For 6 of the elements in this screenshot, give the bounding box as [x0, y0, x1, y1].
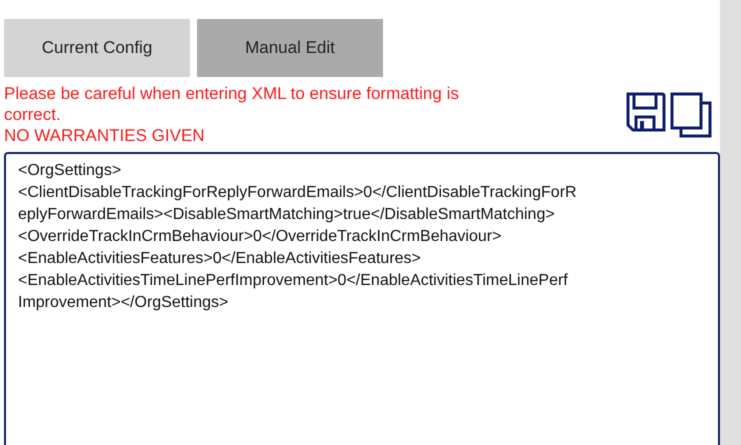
tab[interactable]: Current Config [4, 19, 190, 77]
copy-icon[interactable] [670, 92, 712, 138]
tab[interactable]: Manual Edit [197, 19, 383, 77]
warning-text: Please be careful when entering XML to ensure formatting is correct. [4, 83, 460, 125]
save-icon[interactable] [626, 92, 666, 132]
warning-text: NO WARRANTIES GIVEN [4, 125, 206, 146]
